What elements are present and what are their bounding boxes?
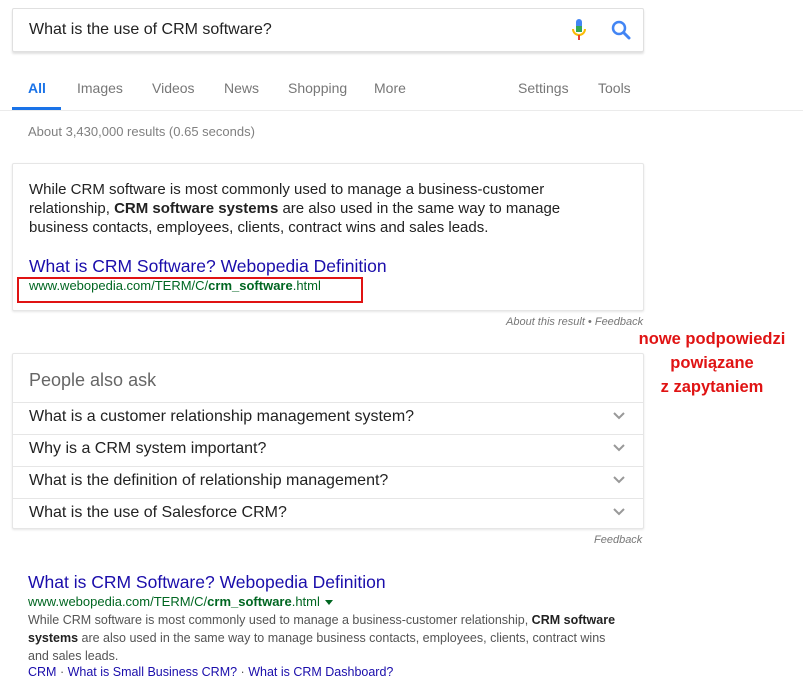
sitelink[interactable]: What is CRM Dashboard? <box>248 665 393 679</box>
sitelinks: CRM · What is Small Business CRM? · What… <box>28 665 394 679</box>
tab-news[interactable]: News <box>224 80 259 96</box>
annotation-line-2: powiązane <box>670 354 754 372</box>
tab-tools[interactable]: Tools <box>598 80 631 96</box>
tab-all[interactable]: All <box>28 80 46 96</box>
snippet-url[interactable]: www.webopedia.com/TERM/C/crm_software.ht… <box>29 278 321 293</box>
search-box[interactable]: What is the use of CRM software? <box>12 8 644 52</box>
paa-question[interactable]: What is the use of Salesforce CRM? <box>13 498 643 530</box>
tab-settings[interactable]: Settings <box>518 80 569 96</box>
people-also-ask: People also ask What is a customer relat… <box>12 353 644 529</box>
search-input[interactable]: What is the use of CRM software? <box>29 21 559 39</box>
search-tabs: All Images Videos News Shopping More Set… <box>0 60 803 111</box>
annotation-line-3: z zapytaniem <box>660 378 764 396</box>
result-stats: About 3,430,000 results (0.65 seconds) <box>28 124 255 139</box>
chevron-down-icon <box>613 444 625 452</box>
sitelink[interactable]: What is Small Business CRM? <box>68 665 238 679</box>
paa-feedback-link[interactable]: Feedback <box>594 534 642 546</box>
tab-videos[interactable]: Videos <box>152 80 195 96</box>
paa-heading: People also ask <box>29 370 157 390</box>
about-result-link[interactable]: About this result <box>506 316 585 328</box>
caret-down-icon[interactable] <box>324 600 333 605</box>
paa-question[interactable]: Why is a CRM system important? <box>13 434 643 466</box>
tab-shopping[interactable]: Shopping <box>288 80 347 96</box>
tab-more[interactable]: More <box>374 80 406 96</box>
annotation-line-1: nowe podpowiedzi <box>638 330 786 348</box>
chevron-down-icon <box>613 508 625 516</box>
feedback-link[interactable]: Feedback <box>595 316 643 328</box>
snippet-text: While CRM software is most commonly used… <box>29 181 561 236</box>
featured-snippet: While CRM software is most commonly used… <box>12 163 644 311</box>
microphone-icon[interactable] <box>559 10 599 50</box>
paa-question[interactable]: What is the definition of relationship m… <box>13 466 643 498</box>
result-title-link[interactable]: What is CRM Software? Webopedia Definiti… <box>28 572 386 593</box>
chevron-down-icon <box>613 412 625 420</box>
paa-question[interactable]: What is a customer relationship manageme… <box>13 402 643 434</box>
snippet-title-link[interactable]: What is CRM Software? Webopedia Definiti… <box>29 256 387 277</box>
result-description: While CRM software is most commonly used… <box>28 613 616 663</box>
sitelink[interactable]: CRM <box>28 665 56 679</box>
chevron-down-icon <box>613 476 625 484</box>
search-icon[interactable] <box>599 10 643 50</box>
active-tab-indicator <box>12 107 61 110</box>
tab-images[interactable]: Images <box>77 80 123 96</box>
result-url[interactable]: www.webopedia.com/TERM/C/crm_software.ht… <box>28 594 333 609</box>
snippet-footer: About this result • Feedback <box>506 316 644 328</box>
